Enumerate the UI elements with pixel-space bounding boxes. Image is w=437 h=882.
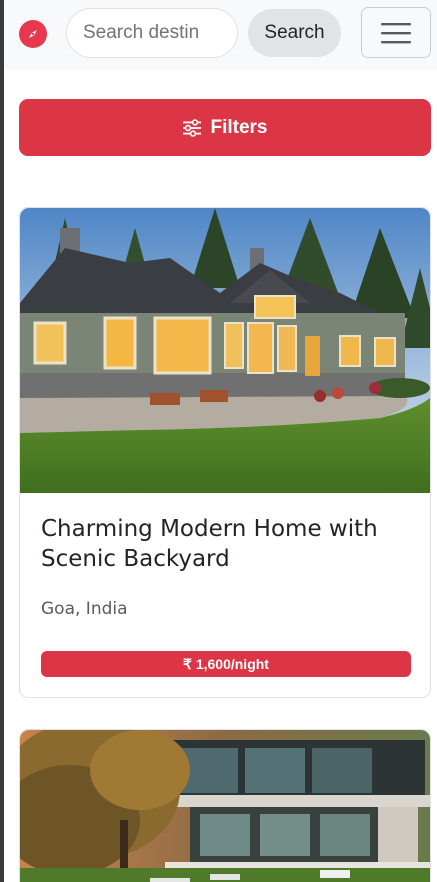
brand-logo[interactable]: [19, 20, 47, 48]
filters-button[interactable]: Filters: [19, 99, 431, 156]
modern-villa-photo: [20, 730, 430, 882]
sliders-icon: [183, 118, 202, 137]
menu-toggle-button[interactable]: [361, 7, 431, 58]
house-exterior-photo: [20, 208, 430, 493]
hamburger-menu-icon: [381, 22, 411, 43]
listing-image[interactable]: [20, 730, 430, 882]
listing-location: Goa, India: [41, 599, 128, 619]
price-badge: ₹ 1,600/night: [41, 651, 411, 677]
listing-title[interactable]: Charming Modern Home with Scenic Backyar…: [41, 514, 411, 574]
window-left-edge: [0, 0, 4, 882]
compass-icon: [29, 30, 37, 38]
search-button[interactable]: Search: [248, 9, 341, 57]
listing-card[interactable]: [19, 729, 431, 882]
search-input[interactable]: [66, 8, 238, 58]
filters-label: Filters: [210, 116, 268, 138]
listing-card[interactable]: Charming Modern Home with Scenic Backyar…: [19, 207, 431, 698]
navbar: Search: [4, 0, 437, 70]
listing-image[interactable]: [20, 208, 430, 493]
